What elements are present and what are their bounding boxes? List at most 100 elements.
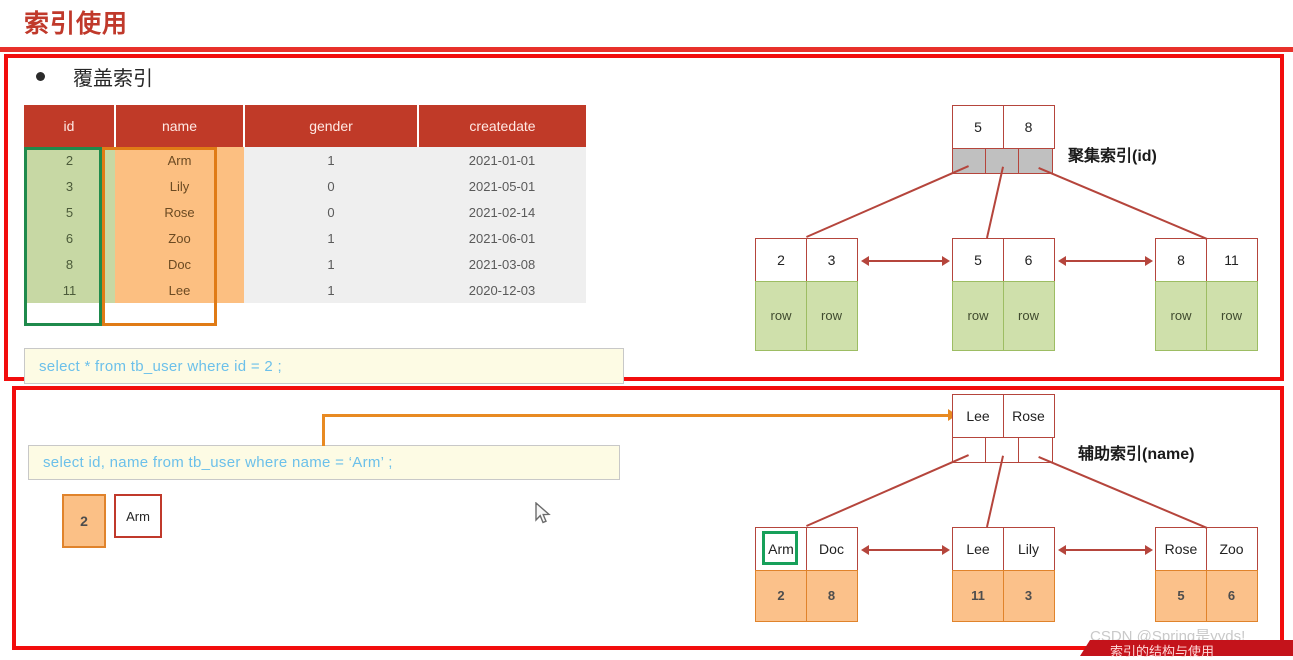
cell-gender: 0 xyxy=(244,199,418,225)
cell-id: 8 xyxy=(24,251,115,277)
clustered-leaf-node-2: 5 6 row row xyxy=(952,238,1055,351)
node-key-cell: 8 xyxy=(1155,238,1207,282)
node-data-cell: row xyxy=(1155,280,1207,351)
node-data-row: row row xyxy=(952,280,1055,351)
node-data-row: row row xyxy=(1155,280,1258,351)
node-key-row: 56 xyxy=(952,238,1055,282)
title-divider xyxy=(0,47,1293,52)
table-body: 2 Arm 1 2021-01-01 3 Lily 0 2021-05-01 5 Rose 0 202… xyxy=(24,147,586,303)
node-key-cell: 5 xyxy=(952,105,1004,149)
node-key-cell: Rose xyxy=(1155,527,1207,571)
table-row: 3 Lily 0 2021-05-01 xyxy=(24,173,586,199)
cell-id: 2 xyxy=(24,147,115,173)
cell-gender: 1 xyxy=(244,251,418,277)
leaf-link-arrow-head-right xyxy=(1145,256,1153,266)
sql-query-covering: select * from tb_user where id = 2 ; xyxy=(24,348,624,384)
cell-name: Arm xyxy=(115,147,244,173)
cell-createdate: 2021-06-01 xyxy=(418,225,586,251)
clustered-leaf-node-1: 2 3 row row xyxy=(755,238,858,351)
node-data-cell: row xyxy=(1205,280,1258,351)
cell-id: 6 xyxy=(24,225,115,251)
leaf-link-arrow-head-left xyxy=(1058,256,1066,266)
bullet-heading: 覆盖索引 xyxy=(36,62,153,91)
leaf-link-arrow-head-left xyxy=(861,256,869,266)
cell-name: Lily xyxy=(115,173,244,199)
node-key-cell: Doc xyxy=(805,527,858,571)
bullet-label: 覆盖索引 xyxy=(73,68,153,90)
node-key-cell: Lee xyxy=(952,394,1004,438)
cell-id: 11 xyxy=(24,277,115,303)
table-row: 11 Lee 1 2020-12-03 xyxy=(24,277,586,303)
column-header-id: id xyxy=(24,105,116,147)
cell-name: Zoo xyxy=(115,225,244,251)
node-data-row: 56 xyxy=(1155,569,1258,622)
node-data-cell: 2 xyxy=(755,569,807,622)
node-data-cell: 11 xyxy=(952,569,1004,622)
leaf-link-arrow-head-right xyxy=(1145,545,1153,555)
cell-name: Doc xyxy=(115,251,244,277)
leaf-link-arrow-head-right xyxy=(942,256,950,266)
node-key-row: Rose Zoo xyxy=(1155,527,1258,571)
cell-id: 3 xyxy=(24,173,115,199)
cell-name: Rose xyxy=(115,199,244,225)
node-key-cell: 6 xyxy=(1002,238,1055,282)
node-key-row: 23 xyxy=(755,238,858,282)
node-key-cell: Zoo xyxy=(1205,527,1258,571)
leaf-link-arrow-head-right xyxy=(942,545,950,555)
node-key-row: 58 xyxy=(952,105,1055,149)
node-key-row: Lee Lily xyxy=(952,527,1055,571)
column-header-gender: gender xyxy=(244,105,419,147)
node-data-row: row row xyxy=(755,280,858,351)
leaf-link-arrow-head-left xyxy=(861,545,869,555)
node-data-cell: row xyxy=(1002,280,1055,351)
node-key-cell: Lily xyxy=(1002,527,1055,571)
table-row: 5 Rose 0 2021-02-14 xyxy=(24,199,586,225)
node-key-row: Lee Rose xyxy=(952,394,1055,438)
secondary-leaf-node-3: Rose Zoo 5 6 xyxy=(1155,527,1258,622)
cell-gender: 1 xyxy=(244,225,418,251)
node-key-cell: 5 xyxy=(952,238,1004,282)
node-data-row: 28 xyxy=(755,569,858,622)
column-header-createdate: createdate xyxy=(418,105,586,147)
node-data-cell: 6 xyxy=(1205,569,1258,622)
node-key-row: 8 11 xyxy=(1155,238,1258,282)
page-title: 索引使用 xyxy=(24,10,129,38)
node-data-cell: 5 xyxy=(1155,569,1207,622)
node-pointer-cell xyxy=(1018,147,1053,174)
user-table: id name gender createdate 2 Arm 1 2021-01-0… xyxy=(24,105,586,303)
node-key-cell: 8 xyxy=(1002,105,1055,149)
cell-createdate: 2021-02-14 xyxy=(418,199,586,225)
cell-createdate: 2021-05-01 xyxy=(418,173,586,199)
secondary-root-node: Lee Rose xyxy=(952,394,1055,463)
cell-createdate: 2021-01-01 xyxy=(418,147,586,173)
node-data-cell: row xyxy=(952,280,1004,351)
node-data-cell: 3 xyxy=(1002,569,1055,622)
table-header-row: id name gender createdate xyxy=(24,105,586,147)
table-row: 6 Zoo 1 2021-06-01 xyxy=(24,225,586,251)
clustered-leaf-node-3: 8 11 row row xyxy=(1155,238,1258,351)
node-key-cell: 2 xyxy=(755,238,807,282)
cell-id: 5 xyxy=(24,199,115,225)
orange-arrow-horizontal xyxy=(322,414,952,417)
sql-query-secondary: select id, name from tb_user where name … xyxy=(28,445,620,480)
node-data-row: 11 3 xyxy=(952,569,1055,622)
orange-arrow-vertical xyxy=(322,414,325,446)
clustered-index-label: 聚集索引(id) xyxy=(1068,148,1157,165)
clustered-root-node: 58 xyxy=(952,105,1055,174)
cell-name: Lee xyxy=(115,277,244,303)
leaf-link-arrow xyxy=(1066,260,1145,262)
node-key-cell: Rose xyxy=(1002,394,1055,438)
node-data-cell: 8 xyxy=(805,569,858,622)
leaf-link-arrow xyxy=(869,260,942,262)
cell-gender: 0 xyxy=(244,173,418,199)
table-row: 2 Arm 1 2021-01-01 xyxy=(24,147,586,173)
secondary-leaf-node-2: Lee Lily 11 3 xyxy=(952,527,1055,622)
leaf-link-arrow xyxy=(869,549,942,551)
slide-canvas: 索引使用 覆盖索引 id name gender createdate 2 Arm… xyxy=(0,0,1293,659)
node-key-cell: 3 xyxy=(805,238,858,282)
highlight-arm-key xyxy=(762,531,798,565)
result-cell-name: Arm xyxy=(114,494,162,538)
leaf-link-arrow-head-left xyxy=(1058,545,1066,555)
node-key-cell: 11 xyxy=(1205,238,1258,282)
node-data-cell: row xyxy=(805,280,858,351)
